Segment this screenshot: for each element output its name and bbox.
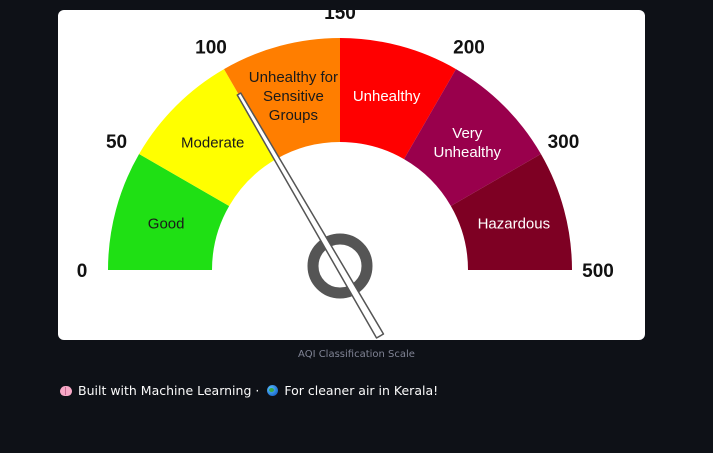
footer-note: Built with Machine Learning · For cleane… [60,383,438,398]
aqi-gauge: GoodModerateUnhealthy for Sensitive Groups… [77,10,614,339]
footer-separator: · [255,383,260,398]
tick-label-100: 100 [195,38,227,59]
aqi-gauge-image: Good Moderate Unhealthy for Sensitive Groups… [58,10,645,340]
footer-text-ml: Built with Machine Learning [78,383,252,398]
gauge-label-hazardous: Hazardous [478,215,551,232]
gauge-label-good: Good [148,215,185,232]
tick-label-200: 200 [453,38,485,59]
brain-icon [60,385,72,396]
tick-label-500: 500 [582,261,614,282]
image-caption: AQI Classification Scale [298,349,415,360]
gauge-label-moderate: Moderate [181,135,244,152]
footer-text-kerala: For cleaner air in Kerala! [284,383,439,398]
tick-label-0: 0 [77,261,88,282]
gauge-label-unhealthy: Unhealthy [353,88,421,105]
tick-label-300: 300 [548,132,580,153]
tick-label-150: 150 [324,10,356,24]
tick-label-50: 50 [106,132,127,153]
globe-icon [267,385,279,396]
